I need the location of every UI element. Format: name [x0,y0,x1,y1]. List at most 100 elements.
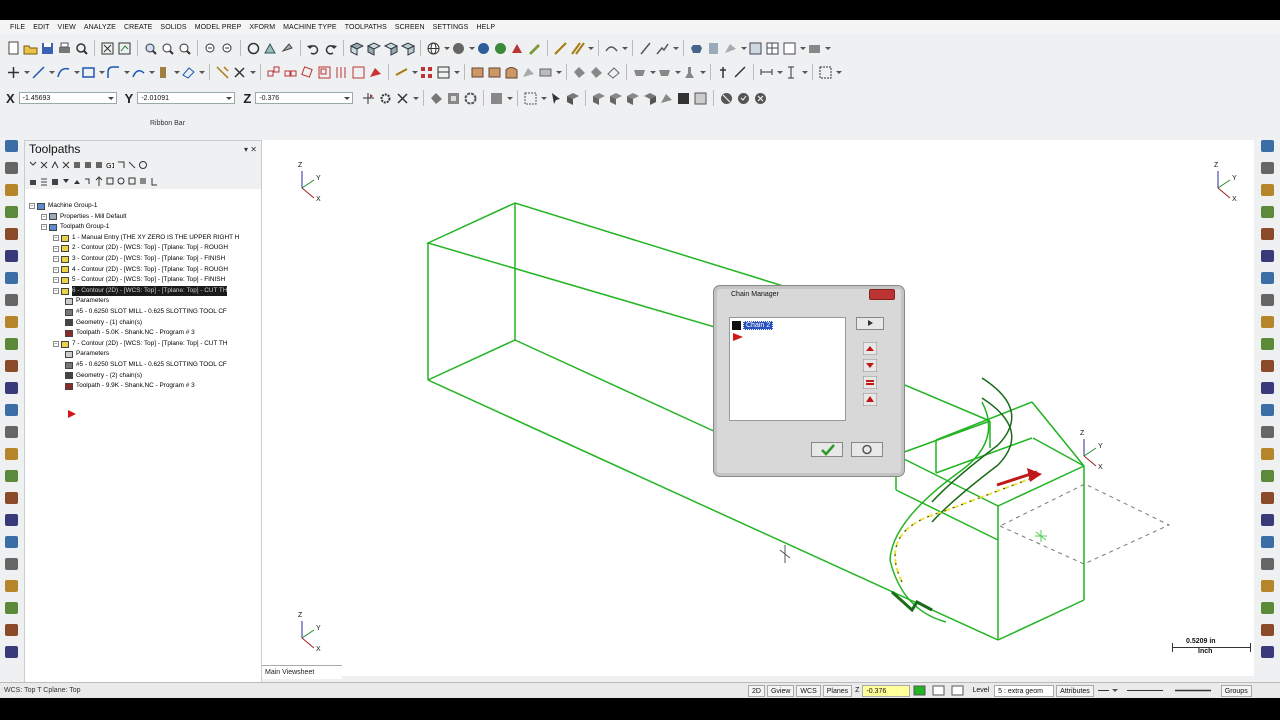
left-tool-icon[interactable] [5,602,18,614]
new-file-icon[interactable] [6,41,21,56]
menu-file[interactable]: FILE [6,24,29,31]
slot-icon[interactable] [538,65,553,80]
right-tool-icon[interactable] [1261,646,1274,658]
line-tool-icon[interactable] [553,41,568,56]
line-multi-icon[interactable] [570,41,585,56]
right-tool-icon[interactable] [1261,602,1274,614]
tree-node[interactable]: Toolpath - 9.9K - Shank.NC - Program # 3 [29,381,259,392]
tree-expander[interactable]: − [29,203,35,210]
autocursor-override-icon[interactable] [395,91,410,106]
view-manager-icon[interactable] [748,41,763,56]
chain-action-button[interactable] [856,317,884,330]
wire-icon[interactable] [657,65,672,80]
lock-icon[interactable] [29,174,37,189]
tree-node[interactable]: Geometry - (1) chain(s) [29,318,259,329]
clear-selection-icon[interactable] [753,91,768,106]
lathe-icon[interactable] [682,65,697,80]
window-select-icon[interactable] [523,91,538,106]
tree-node[interactable]: #5 - 0.6250 SLOT MILL - 0.625 SLOTTING T… [29,360,259,371]
refresh-icon[interactable] [150,174,158,189]
ok-button[interactable] [811,442,843,457]
arc-icon[interactable] [56,65,71,80]
attributes-button[interactable]: Attributes [1056,684,1094,697]
chain-reverse-icon[interactable] [862,375,878,390]
tree-expander[interactable]: − [53,235,59,242]
tree-expander[interactable]: − [53,256,59,263]
selection-mode-icon[interactable] [489,91,504,106]
right-tool-icon[interactable] [1261,492,1274,504]
dim-vertical-icon[interactable] [784,65,799,80]
backplot-ops-icon[interactable] [73,158,81,173]
verify-ops-icon[interactable] [84,158,92,173]
left-tool-icon[interactable] [5,228,18,240]
wcs-button[interactable]: WCS [796,684,821,697]
xform-translate-icon[interactable] [266,65,281,80]
zoom-fit-icon[interactable] [177,41,192,56]
delete-ops-icon[interactable] [128,158,136,173]
right-tool-icon[interactable] [1261,294,1274,306]
chain-list[interactable]: Chain 2 [729,317,846,421]
rectangle-icon[interactable] [81,65,96,80]
autocursor-settings-icon[interactable] [378,91,393,106]
break-icon[interactable] [638,41,653,56]
right-tool-icon[interactable] [1261,580,1274,592]
high-feed-icon[interactable] [117,158,125,173]
rect-array-icon[interactable] [419,65,434,80]
tree-expander[interactable]: − [53,288,59,295]
toolpath-options-icon[interactable] [139,174,147,189]
print-icon[interactable] [57,41,72,56]
left-tool-icon[interactable] [5,206,18,218]
menu-settings[interactable]: SETTINGS [429,24,473,31]
menu-edit[interactable]: EDIT [29,24,53,31]
plugins-icon[interactable] [807,41,822,56]
settings-icon[interactable] [723,41,738,56]
menu-analyze[interactable]: ANALYZE [80,24,120,31]
left-tool-icon[interactable] [5,162,18,174]
multiaxis-icon[interactable] [632,65,647,80]
rotate-icon[interactable] [246,41,261,56]
left-tool-icon[interactable] [5,580,18,592]
right-tool-icon[interactable] [1261,448,1274,460]
line-endpoints-icon[interactable] [31,65,46,80]
x-coordinate-input[interactable]: -1.45693 [18,92,117,104]
tree-node[interactable]: #5 - 0.6250 SLOT MILL - 0.625 SLOTTING T… [29,307,259,318]
tree-node[interactable]: − 3 - Contour (2D) - [WCS: Top] - [Tplane… [29,254,259,265]
solid-select-icon[interactable] [565,91,580,106]
tree-node[interactable]: − Properties - Mill Default [29,212,259,223]
xform-offset-icon[interactable] [334,65,349,80]
right-tool-icon[interactable] [1261,360,1274,372]
simulate-icon[interactable] [95,158,103,173]
select-back-icon[interactable] [659,91,674,106]
right-tool-icon[interactable] [1261,470,1274,482]
select-all-icon[interactable] [429,91,444,106]
right-tool-icon[interactable] [1261,184,1274,196]
view-iso-icon[interactable] [400,41,416,56]
single-display-tool-icon[interactable] [117,174,125,189]
left-tool-icon[interactable] [5,448,18,460]
menu-machine-type[interactable]: MACHINE TYPE [279,24,341,31]
surface-finish-icon[interactable] [606,65,621,80]
nest-icon[interactable] [436,65,451,80]
left-tool-icon[interactable] [5,624,18,636]
select-dirty-icon[interactable] [40,158,48,173]
tree-expander[interactable]: − [41,213,47,220]
solid-icon[interactable] [689,41,704,56]
view-right-icon[interactable] [383,41,399,56]
face-icon[interactable] [521,65,536,80]
planes-button[interactable]: Planes [822,684,853,697]
right-tool-icon[interactable] [1261,316,1274,328]
tree-node[interactable]: Geometry - (2) chain(s) [29,371,259,382]
left-tool-icon[interactable] [5,272,18,284]
line-style-icon[interactable] [950,683,965,698]
tree-node[interactable]: Parameters [29,296,259,307]
right-tool-icon[interactable] [1261,426,1274,438]
panel-pin-close[interactable]: ▾ ✕ [244,145,257,154]
tree-expander[interactable]: − [53,266,59,273]
left-tool-icon[interactable] [5,382,18,394]
line-width-icon[interactable] [1096,683,1111,698]
tree-node[interactable]: Toolpath - 5.0K - Shank.NC - Program # 3 [29,328,259,339]
insert-arrow-marker-icon[interactable] [67,409,77,419]
menu-view[interactable]: VIEW [54,24,80,31]
unzoom-icon[interactable] [203,41,218,56]
left-tool-icon[interactable] [5,470,18,482]
